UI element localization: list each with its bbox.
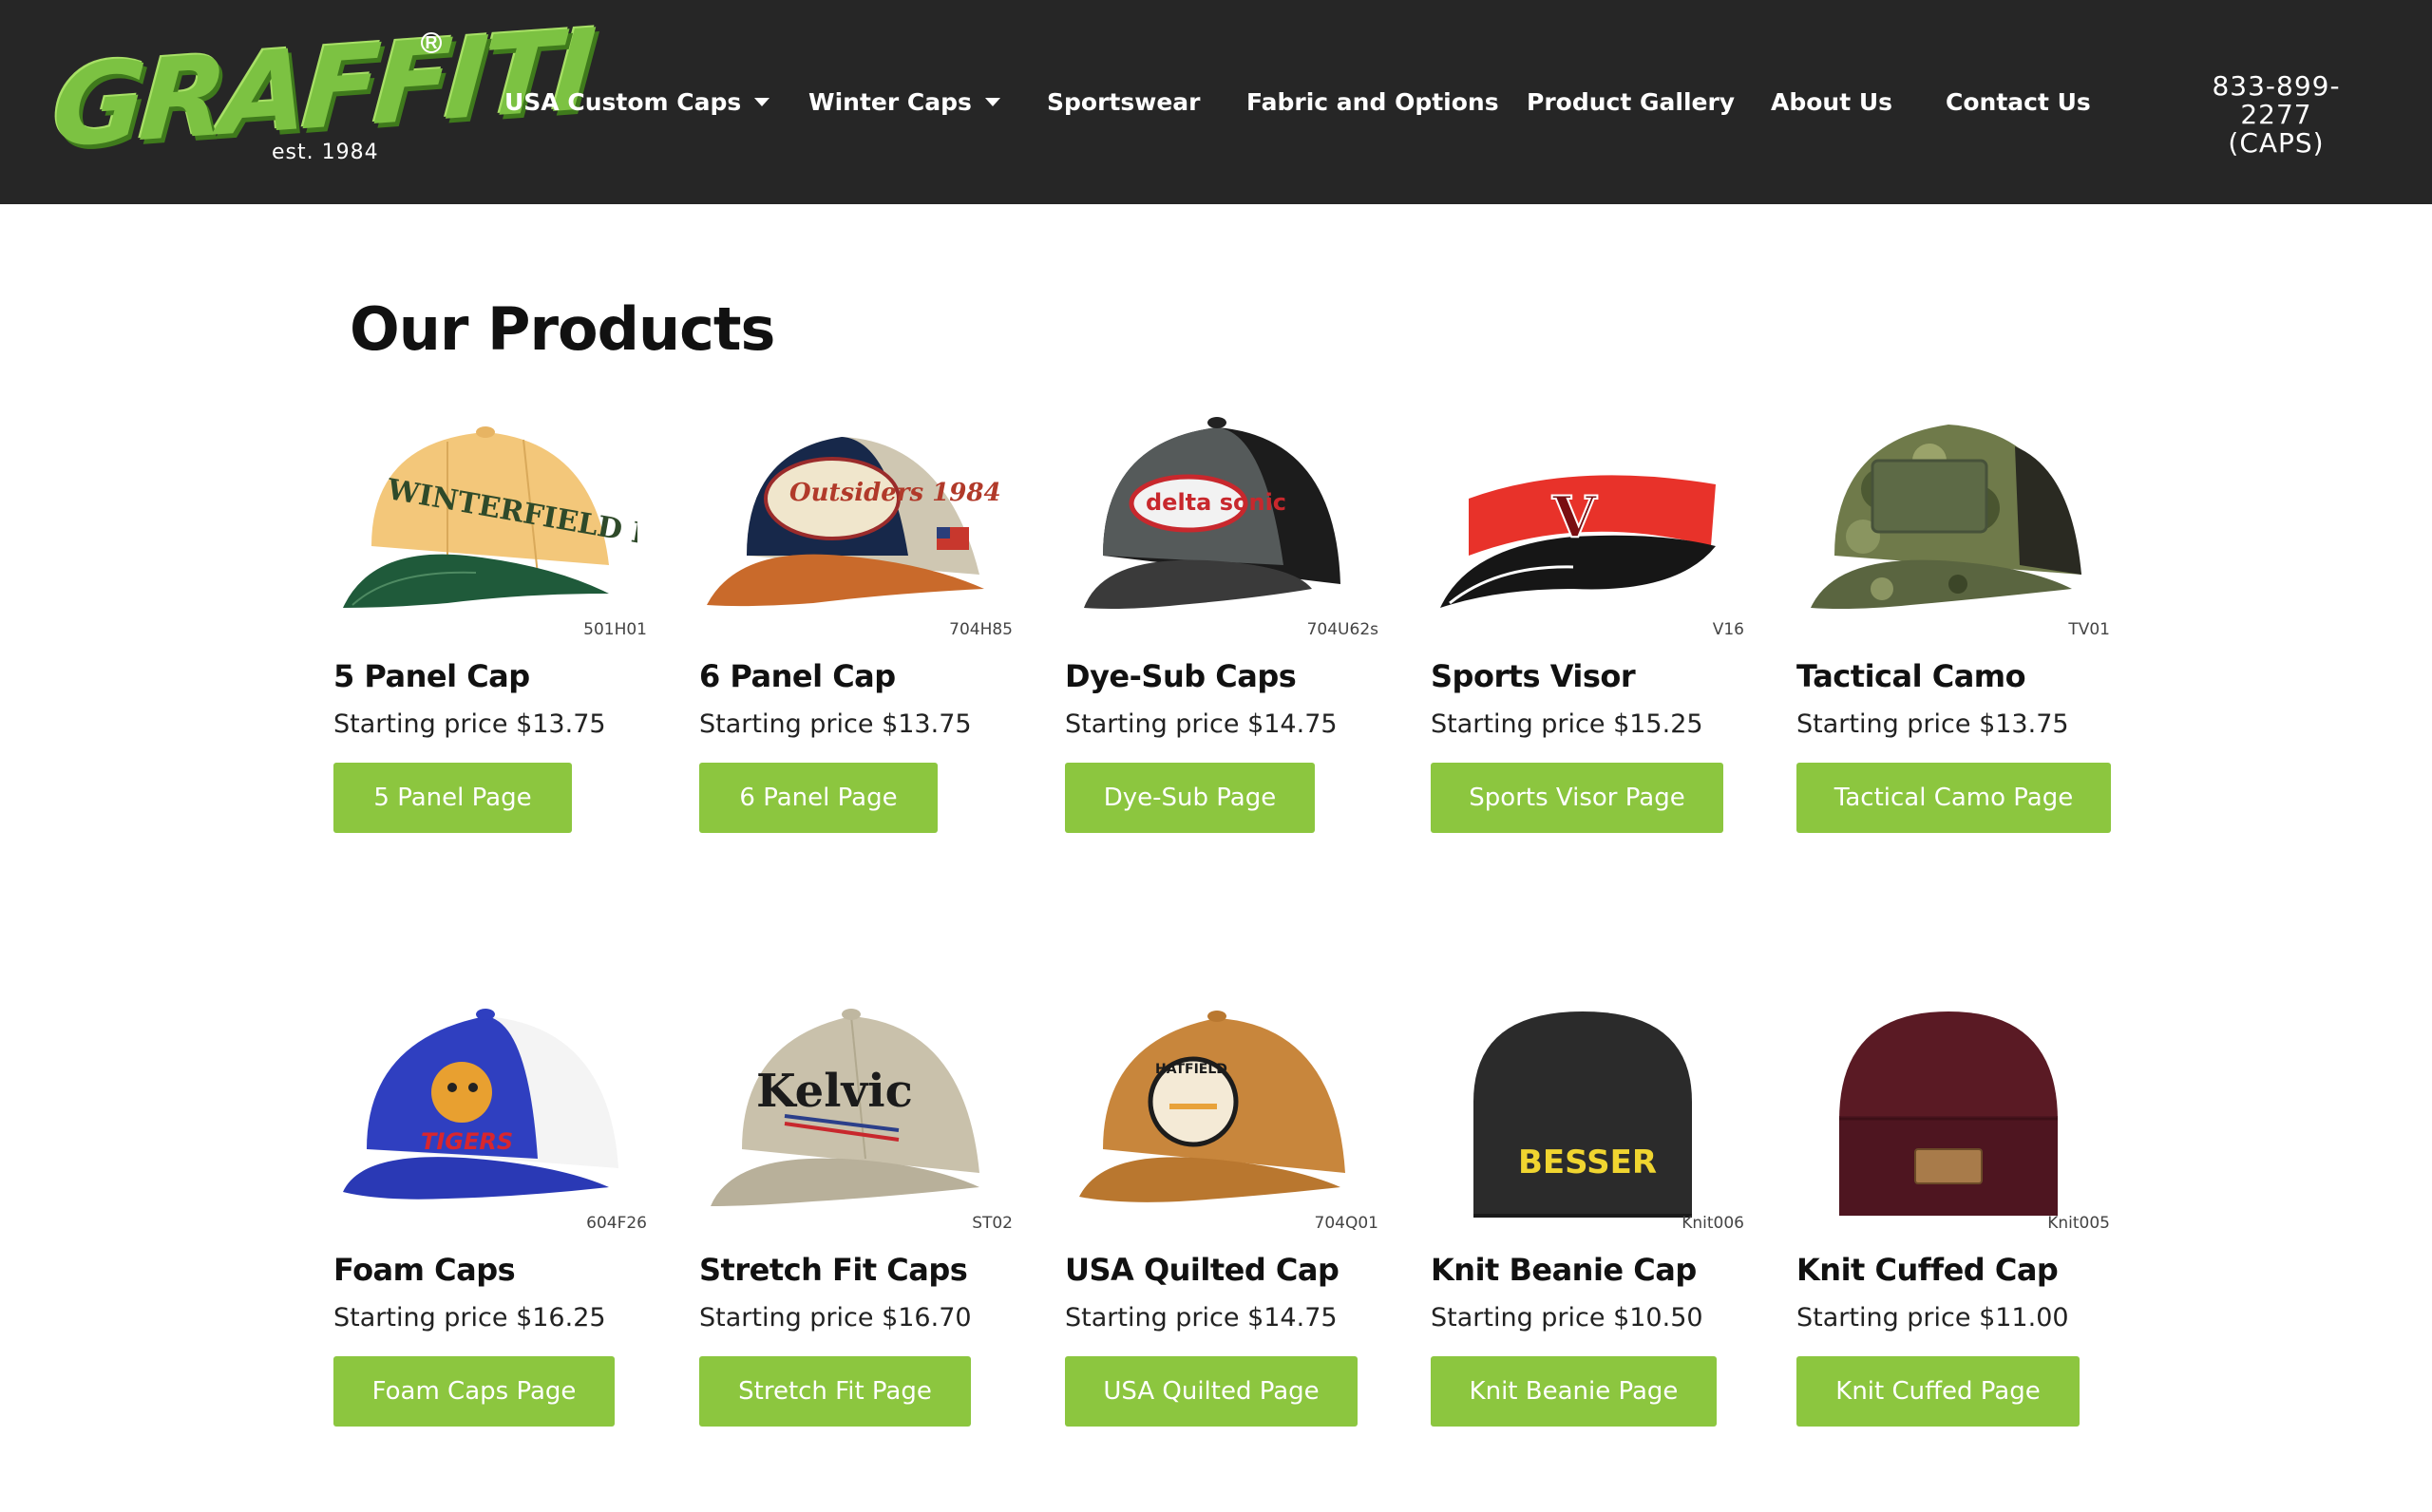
product-title: USA Quilted Cap [1065,1252,1340,1288]
product-title: Dye-Sub Caps [1065,658,1297,694]
product-title: Foam Caps [333,1252,516,1288]
product-sku: Knit006 [1682,1214,1744,1233]
product-sku: V16 [1712,620,1744,639]
phone-number[interactable]: 833-899-2277 (CAPS) [2181,72,2371,158]
product-price: Starting price $16.25 [333,1303,606,1332]
trucker-cap-yellow-green-icon[interactable]: WINTERFIELD FLORAL SHOP [333,404,637,641]
nav-sportswear[interactable]: Sportswear [1047,85,1201,120]
nav-label: Product Gallery [1527,88,1736,116]
cuffed-beanie-maroon-icon[interactable] [1796,997,2100,1235]
nav-contact-us[interactable]: Contact Us [1946,85,2091,120]
product-price: Starting price $14.75 [1065,1303,1338,1332]
cap-print-text: HATFIELD [1155,1062,1227,1077]
cap-print-text: Outsiders 1984 [789,479,1001,507]
nav-label: USA Custom Caps [504,88,742,116]
cap-print-text: delta sonic [1146,489,1286,516]
product-page-button[interactable]: Foam Caps Page [333,1356,615,1427]
nav-about-us[interactable]: About Us [1771,85,1892,120]
product-page-button[interactable]: Sports Visor Page [1431,763,1723,833]
nav-fabric-and-options[interactable]: Fabric and Options [1246,85,1499,120]
product-card: delta sonic 704U62s Dye-Sub Caps Startin… [1065,404,1388,860]
dye-sub-cap-black-icon[interactable]: delta sonic [1065,404,1369,641]
product-price: Starting price $13.75 [1796,709,2069,739]
product-title: 6 Panel Cap [699,658,896,694]
product-title: Knit Beanie Cap [1431,1252,1697,1288]
product-card: TIGERS 604F26 Foam Caps Starting price $… [333,997,656,1453]
nav-label: Winter Caps [808,88,972,116]
product-title: Stretch Fit Caps [699,1252,968,1288]
product-sku: ST02 [972,1214,1013,1233]
product-price: Starting price $10.50 [1431,1303,1703,1332]
product-page-button[interactable]: 6 Panel Page [699,763,938,833]
phone-line-1: 833-899-2277 [2212,70,2341,130]
product-title: Knit Cuffed Cap [1796,1252,2059,1288]
cap-print-text: BESSER [1518,1143,1657,1181]
product-price: Starting price $13.75 [699,709,972,739]
nav-label: About Us [1771,88,1893,116]
product-page-button[interactable]: Knit Cuffed Page [1796,1356,2080,1427]
product-price: Starting price $16.70 [699,1303,972,1332]
phone-line-2: (CAPS) [2228,127,2325,159]
nav-usa-custom-caps[interactable]: USA Custom Caps [504,85,770,120]
product-card: TV01 Tactical Camo Starting price $13.75… [1796,404,2119,860]
product-card: HATFIELD 704Q01 USA Quilted Cap Starting… [1065,997,1388,1453]
product-card: Kelvic ST02 Stretch Fit Caps Starting pr… [699,997,1022,1453]
product-sku: Knit005 [2047,1214,2110,1233]
product-sku: 704H85 [949,620,1013,639]
product-page-button[interactable]: Tactical Camo Page [1796,763,2111,833]
product-sku: 704U62s [1306,620,1378,639]
camo-cap-icon[interactable] [1796,404,2100,641]
product-sku: 501H01 [583,620,647,639]
product-card: WINTERFIELD FLORAL SHOP 501H01 5 Panel C… [333,404,656,860]
product-page-button[interactable]: USA Quilted Page [1065,1356,1358,1427]
product-title: Tactical Camo [1796,658,2026,694]
product-title: Sports Visor [1431,658,1636,694]
product-page-button[interactable]: Dye-Sub Page [1065,763,1315,833]
nav-label: Contact Us [1946,88,2091,116]
cap-print-text: Kelvic [756,1065,913,1118]
stretch-fit-cap-tan-icon[interactable]: Kelvic [699,997,1003,1235]
cap-print-text: TIGERS [421,1128,513,1155]
product-card: BESSER Knit006 Knit Beanie Cap Starting … [1431,997,1754,1453]
cap-print-text: V [1551,484,1598,551]
product-sku: 704Q01 [1314,1214,1378,1233]
product-card: Outsiders 1984 704H85 6 Panel Cap Starti… [699,404,1022,860]
trucker-cap-navy-orange-icon[interactable]: Outsiders 1984 [699,404,1003,641]
product-page-button[interactable]: Knit Beanie Page [1431,1356,1717,1427]
product-page-button[interactable]: 5 Panel Page [333,763,572,833]
nav-label: Fabric and Options [1246,88,1499,116]
product-price: Starting price $14.75 [1065,709,1338,739]
caret-down-icon [754,97,770,106]
product-sku: 604F26 [586,1214,647,1233]
visor-red-black-icon[interactable]: V [1431,404,1735,641]
product-sku: TV01 [2068,620,2110,639]
quilted-cap-brown-icon[interactable]: HATFIELD [1065,997,1369,1235]
logo-established: est. 1984 [272,141,379,164]
product-price: Starting price $15.25 [1431,709,1703,739]
registered-mark-icon: R [421,32,442,53]
nav-label: Sportswear [1047,88,1201,116]
beanie-black-icon[interactable]: BESSER [1431,997,1735,1235]
product-title: 5 Panel Cap [333,658,530,694]
site-header: GRAFFITI R est. 1984 USA Custom Caps Win… [0,0,2432,204]
product-price: Starting price $11.00 [1796,1303,2069,1332]
page-title: Our Products [350,294,775,364]
foam-cap-blue-white-icon[interactable]: TIGERS [333,997,637,1235]
product-page-button[interactable]: Stretch Fit Page [699,1356,971,1427]
product-card: V V16 Sports Visor Starting price $15.25… [1431,404,1754,860]
product-price: Starting price $13.75 [333,709,606,739]
caret-down-icon [984,97,1000,106]
nav-winter-caps[interactable]: Winter Caps [808,85,1000,120]
graffiti-logo[interactable]: GRAFFITI R est. 1984 [48,5,594,173]
nav-product-gallery[interactable]: Product Gallery [1527,85,1735,120]
product-card: Knit005 Knit Cuffed Cap Starting price $… [1796,997,2119,1453]
